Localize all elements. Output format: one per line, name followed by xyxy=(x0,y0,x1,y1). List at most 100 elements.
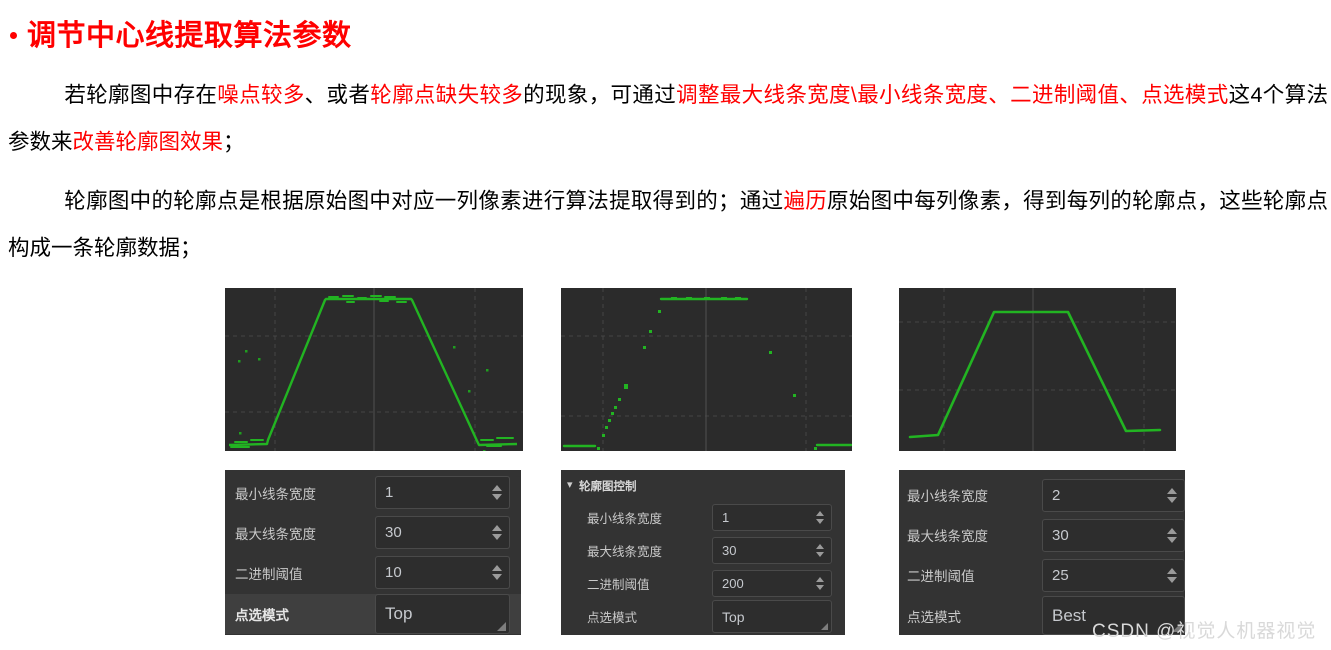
text-run: 改善轮廓图效果 xyxy=(72,130,224,154)
trace-noisy xyxy=(228,295,518,451)
resize-grip-icon[interactable] xyxy=(497,622,506,631)
param-row[interactable]: 最大线条宽度 30 xyxy=(561,534,845,566)
spinner-down-icon[interactable] xyxy=(816,584,824,590)
paragraph-2: 轮廓图中的轮廓点是根据原始图中对应一列像素进行算法提取得到的；通过遍历原始图中每… xyxy=(8,178,1328,272)
param-value: 1 xyxy=(385,484,394,501)
param-row[interactable]: 最小线条宽度 1 xyxy=(225,474,521,511)
param-value: Top xyxy=(385,604,413,623)
spinner-up-icon[interactable] xyxy=(492,485,502,491)
param-spinner-field[interactable]: 30 xyxy=(375,516,510,549)
param-row-selected[interactable]: 点选模式 Top xyxy=(225,594,521,634)
param-label: 最大线条宽度 xyxy=(587,544,663,559)
text-run: 噪点较多 xyxy=(217,83,305,107)
param-row[interactable]: 二进制阈值 25 xyxy=(899,556,1185,594)
page-title-text: 调节中心线提取算法参数 xyxy=(27,20,352,52)
param-label: 二进制阈值 xyxy=(587,577,650,592)
param-spinner-field[interactable]: 30 xyxy=(712,536,832,564)
spinner-up-icon[interactable] xyxy=(492,565,502,571)
param-value: Best xyxy=(1052,605,1087,625)
param-spinner-field[interactable]: 2 xyxy=(1042,478,1185,512)
spinner-up-icon[interactable] xyxy=(1167,567,1177,574)
spinner-arrows[interactable] xyxy=(1166,560,1178,591)
spinner-up-icon[interactable] xyxy=(816,543,824,549)
chevron-down-icon[interactable]: ▾ xyxy=(567,480,579,491)
param-row[interactable]: 最大线条宽度 30 xyxy=(225,514,521,551)
param-spinner-field[interactable]: 10 xyxy=(375,556,510,589)
spinner-down-icon[interactable] xyxy=(1167,496,1177,503)
plot-canvas-noisy xyxy=(225,288,523,451)
noise-points xyxy=(238,346,489,451)
param-value: 30 xyxy=(722,542,737,558)
text-run: 轮廓点缺失较多 xyxy=(370,83,524,107)
spinner-down-icon[interactable] xyxy=(492,494,502,500)
param-combobox[interactable]: Top xyxy=(375,594,510,634)
spinner-arrows[interactable] xyxy=(815,505,825,530)
text-run: 若轮廓图中存在 xyxy=(64,83,218,107)
param-label: 最小线条宽度 xyxy=(235,486,316,502)
param-label: 点选模式 xyxy=(587,611,638,625)
param-value: Top xyxy=(722,608,745,625)
profile-plot-noisy xyxy=(225,288,523,451)
text-run: 、或者 xyxy=(304,83,371,107)
paragraph-1: 若轮廓图中存在噪点较多、或者轮廓点缺失较多的现象，可通过调整最大线条宽度\最小线… xyxy=(8,72,1328,166)
param-label: 二进制阈值 xyxy=(907,569,975,584)
param-row[interactable]: 点选模式 Top xyxy=(561,600,845,633)
spinner-down-icon[interactable] xyxy=(816,518,824,524)
grid-lines xyxy=(561,288,852,451)
param-spinner-field[interactable]: 1 xyxy=(375,476,510,509)
spinner-down-icon[interactable] xyxy=(1167,536,1177,543)
spinner-arrows[interactable] xyxy=(815,571,825,596)
param-combobox[interactable]: Top xyxy=(712,600,832,633)
spinner-arrows[interactable] xyxy=(491,517,503,548)
param-row[interactable]: 最小线条宽度 1 xyxy=(561,501,845,533)
param-spinner-field[interactable]: 30 xyxy=(1042,518,1185,552)
spinner-down-icon[interactable] xyxy=(492,534,502,540)
spinner-arrows[interactable] xyxy=(1166,520,1178,551)
param-label: 最大线条宽度 xyxy=(907,529,988,544)
param-panel-left: 最小线条宽度 1 最大线条宽度 30 二进制阈值 10 点选模式 Top xyxy=(225,470,521,635)
param-value: 2 xyxy=(1052,486,1061,504)
spinner-up-icon[interactable] xyxy=(492,525,502,531)
param-label: 点选模式 xyxy=(907,609,961,625)
spinner-down-icon[interactable] xyxy=(816,551,824,557)
spinner-down-icon[interactable] xyxy=(492,574,502,580)
param-value: 1 xyxy=(722,509,730,525)
param-label: 二进制阈值 xyxy=(235,566,303,582)
spinner-up-icon[interactable] xyxy=(816,510,824,516)
param-value: 200 xyxy=(722,575,744,591)
grid-lines xyxy=(225,288,523,451)
param-row[interactable]: 二进制阈值 10 xyxy=(225,554,521,591)
param-label: 点选模式 xyxy=(235,608,289,623)
spinner-up-icon[interactable] xyxy=(1167,527,1177,534)
param-label: 最小线条宽度 xyxy=(907,489,988,504)
sparse-points xyxy=(597,297,817,450)
param-spinner-field[interactable]: 200 xyxy=(712,569,832,597)
spinner-arrows[interactable] xyxy=(815,538,825,563)
text-run: 遍历 xyxy=(783,189,828,213)
param-panel-middle: ▾ 轮廓图控制 最小线条宽度 1 最大线条宽度 30 二进制阈值 200 点选模… xyxy=(561,470,845,635)
trace-missing xyxy=(562,297,852,450)
resize-grip-icon[interactable] xyxy=(821,623,828,630)
spinner-arrows[interactable] xyxy=(491,477,503,508)
csdn-watermark: CSDN @视觉人机器视觉 xyxy=(1092,621,1317,642)
spinner-arrows[interactable] xyxy=(491,557,503,588)
trace-clean xyxy=(908,310,1162,439)
panel-header[interactable]: ▾ 轮廓图控制 xyxy=(561,475,845,496)
spinner-down-icon[interactable] xyxy=(1167,576,1177,583)
profile-plot-missing xyxy=(561,288,852,451)
param-value: 10 xyxy=(385,564,402,581)
param-value: 25 xyxy=(1052,566,1069,584)
text-run: 的现象，可通过 xyxy=(523,83,677,107)
param-row[interactable]: 最大线条宽度 30 xyxy=(899,516,1185,554)
spinner-up-icon[interactable] xyxy=(1167,487,1177,494)
param-spinner-field[interactable]: 1 xyxy=(712,503,832,531)
profile-plot-clean xyxy=(899,288,1176,451)
plot-canvas-clean xyxy=(899,288,1176,451)
param-row[interactable]: 最小线条宽度 2 xyxy=(899,476,1185,514)
spinner-arrows[interactable] xyxy=(1166,480,1178,511)
param-label: 最小线条宽度 xyxy=(587,511,663,526)
spinner-up-icon[interactable] xyxy=(816,576,824,582)
panel-header-title: 轮廓图控制 xyxy=(579,480,637,493)
param-spinner-field[interactable]: 25 xyxy=(1042,558,1185,592)
param-row[interactable]: 二进制阈值 200 xyxy=(561,567,845,599)
